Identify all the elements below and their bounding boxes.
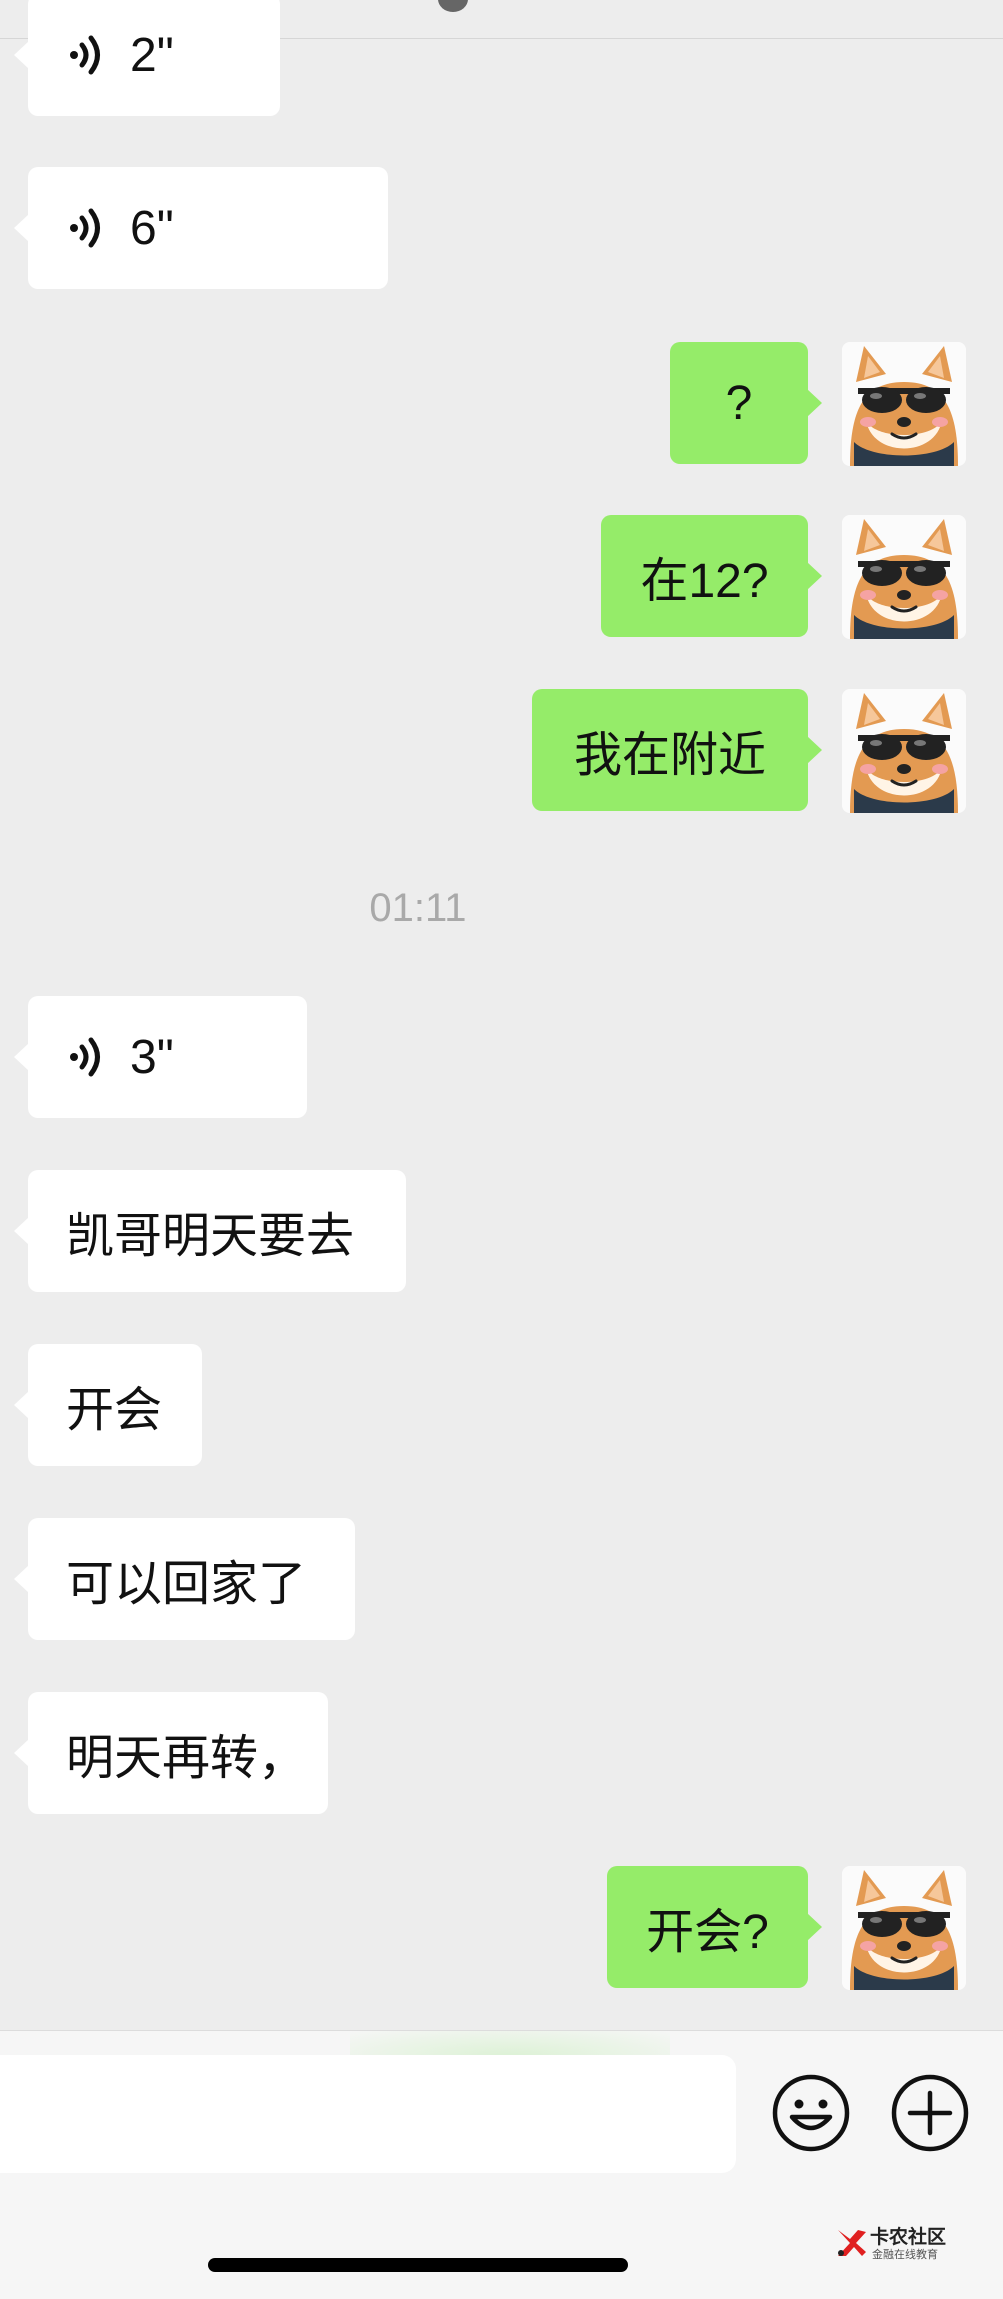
watermark-subtitle: 金融在线教育 xyxy=(872,2248,938,2261)
message-input[interactable] xyxy=(0,2055,736,2173)
received-message[interactable]: 开会 xyxy=(14,1344,202,1466)
message-text: 明天再转， xyxy=(66,1732,307,1785)
shiba-sunglasses-avatar-icon xyxy=(842,515,966,639)
voice-wave-icon xyxy=(70,208,100,248)
shiba-sunglasses-avatar-icon xyxy=(842,1866,966,1990)
avatar[interactable] xyxy=(842,689,966,813)
watermark: 卡农社区 金融在线教育 xyxy=(832,2222,962,2262)
message-text: 在12? xyxy=(640,555,769,608)
message-text: 可以回家了 xyxy=(66,1558,307,1611)
plus-icon[interactable] xyxy=(890,2073,970,2153)
voice-message[interactable]: 3" xyxy=(14,996,307,1118)
sent-message[interactable]: ? xyxy=(670,342,822,464)
sent-message[interactable]: 在12? xyxy=(601,515,822,637)
home-indicator[interactable] xyxy=(208,2258,628,2272)
voice-message[interactable]: 6" xyxy=(14,167,388,289)
avatar[interactable] xyxy=(842,515,966,639)
voice-wave-icon xyxy=(70,35,100,75)
voice-duration: 2" xyxy=(130,28,174,82)
received-message[interactable]: 明天再转， xyxy=(14,1692,328,1814)
voice-wave-icon xyxy=(70,1037,100,1077)
voice-message[interactable]: 2" xyxy=(14,0,280,116)
message-text: 开会? xyxy=(646,1906,769,1959)
title-fragment xyxy=(438,0,468,12)
avatar[interactable] xyxy=(842,342,966,466)
kanong-logo-icon xyxy=(838,2230,866,2256)
sent-message[interactable]: 我在附近 xyxy=(532,689,822,811)
message-text: 凯哥明天要去 xyxy=(66,1210,355,1263)
sent-message[interactable]: 开会? xyxy=(607,1866,822,1988)
message-text: 开会 xyxy=(66,1384,163,1437)
message-text: ? xyxy=(725,376,753,430)
received-message[interactable]: 可以回家了 xyxy=(14,1518,355,1640)
timestamp: 01:11 xyxy=(369,886,467,930)
message-text: 我在附近 xyxy=(573,729,766,782)
emoji-icon[interactable] xyxy=(771,2073,851,2153)
voice-duration: 6" xyxy=(130,201,174,255)
avatar[interactable] xyxy=(842,1866,966,1990)
shiba-sunglasses-avatar-icon xyxy=(842,689,966,813)
received-message[interactable]: 凯哥明天要去 xyxy=(14,1170,406,1292)
shiba-sunglasses-avatar-icon xyxy=(842,342,966,466)
watermark-title: 卡农社区 xyxy=(870,2226,947,2248)
voice-duration: 3" xyxy=(130,1030,174,1084)
